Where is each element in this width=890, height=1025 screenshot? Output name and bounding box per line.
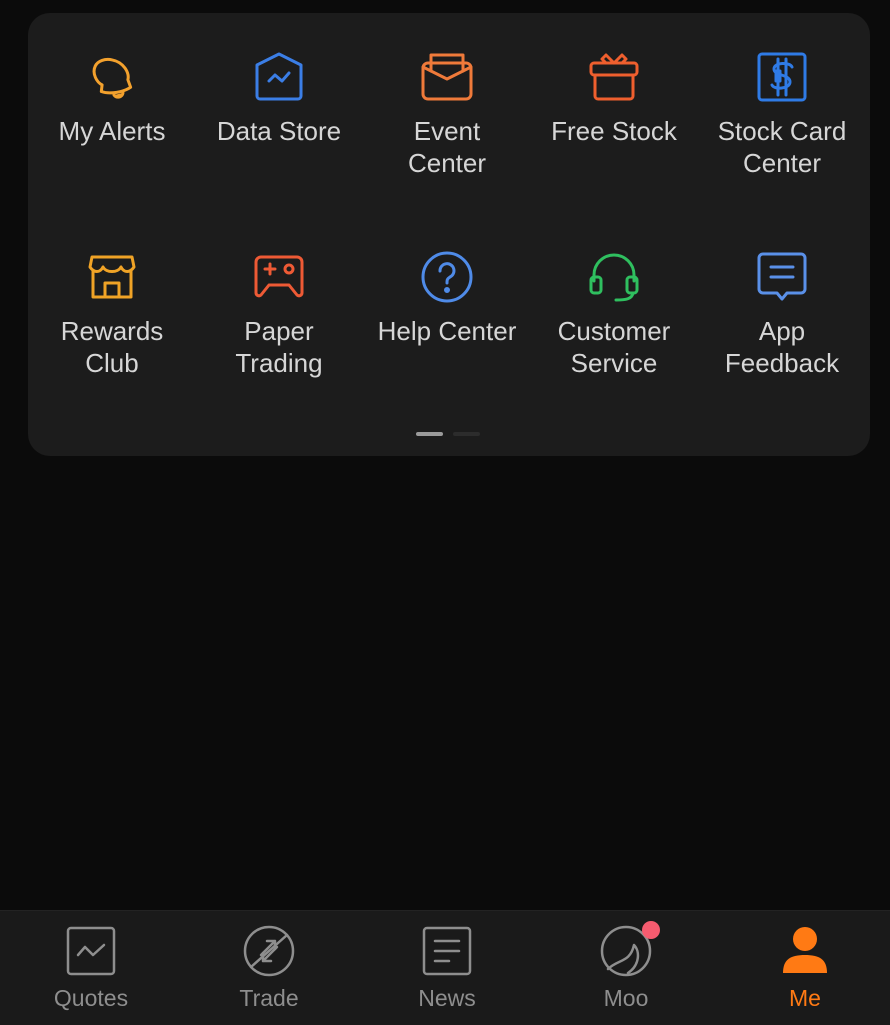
shortcut-label: Help Center [377,316,517,346]
shortcut-paper-trading[interactable]: Paper Trading [195,249,363,379]
tab-me[interactable]: Me [716,911,890,1025]
shortcut-data-store[interactable]: Data Store [195,49,363,147]
moo-icon-wrap [598,921,660,979]
stock-card-icon [757,52,807,102]
tab-quotes[interactable]: Quotes [2,911,180,1025]
tab-label: Quotes [53,985,129,1011]
shortcut-label: Customer Service [557,316,671,378]
tab-trade[interactable]: Trade [180,911,358,1025]
shortcut-label: Rewards Club [60,316,164,378]
envelope-icon [421,53,473,101]
quotes-icon [66,926,116,976]
tab-news[interactable]: News [358,911,536,1025]
tab-label: Me [789,985,821,1011]
tab-label: Trade [239,985,299,1011]
store-icon [88,255,136,299]
shortcut-label: My Alerts [58,116,166,146]
shortcut-rewards-club[interactable]: Rewards Club [28,249,196,379]
data-store-icon [255,52,303,101]
shortcut-label: Stock Card Center [717,116,847,178]
shortcut-label: Free Stock [551,116,677,146]
person-icon [783,927,827,973]
shortcut-customer-service[interactable]: Customer Service [530,249,698,379]
shortcut-free-stock[interactable]: Free Stock [530,49,698,147]
shortcut-label: Data Store [216,116,342,146]
shortcuts-card: My Alerts Data Store Event Center Free S… [28,13,870,456]
shortcut-app-feedback[interactable]: App Feedback [698,249,866,379]
tab-label: News [418,985,476,1011]
gift-icon [589,53,639,101]
notification-badge [642,921,660,939]
page-dot-active[interactable] [416,432,443,436]
shortcut-label: Paper Trading [235,316,323,378]
shortcut-label: Event Center [407,116,487,178]
shortcut-label: App Feedback [724,316,840,378]
news-icon [422,926,472,976]
page-dot[interactable] [453,432,480,436]
tab-label: Moo [603,985,649,1011]
gamepad-icon [254,255,304,298]
headset-icon [589,253,639,302]
tab-moo[interactable]: Moo [537,911,715,1025]
shortcut-stock-card-center[interactable]: Stock Card Center [698,49,866,179]
feedback-icon [757,252,807,301]
shortcut-my-alerts[interactable]: My Alerts [28,49,196,147]
trade-icon [243,925,295,977]
bottom-tab-bar: Quotes Trade News Moo Me [0,910,890,1025]
bell-icon [92,57,133,99]
shortcut-help-center[interactable]: Help Center [363,249,531,347]
shortcut-event-center[interactable]: Event Center [363,49,531,179]
help-icon [421,251,473,303]
